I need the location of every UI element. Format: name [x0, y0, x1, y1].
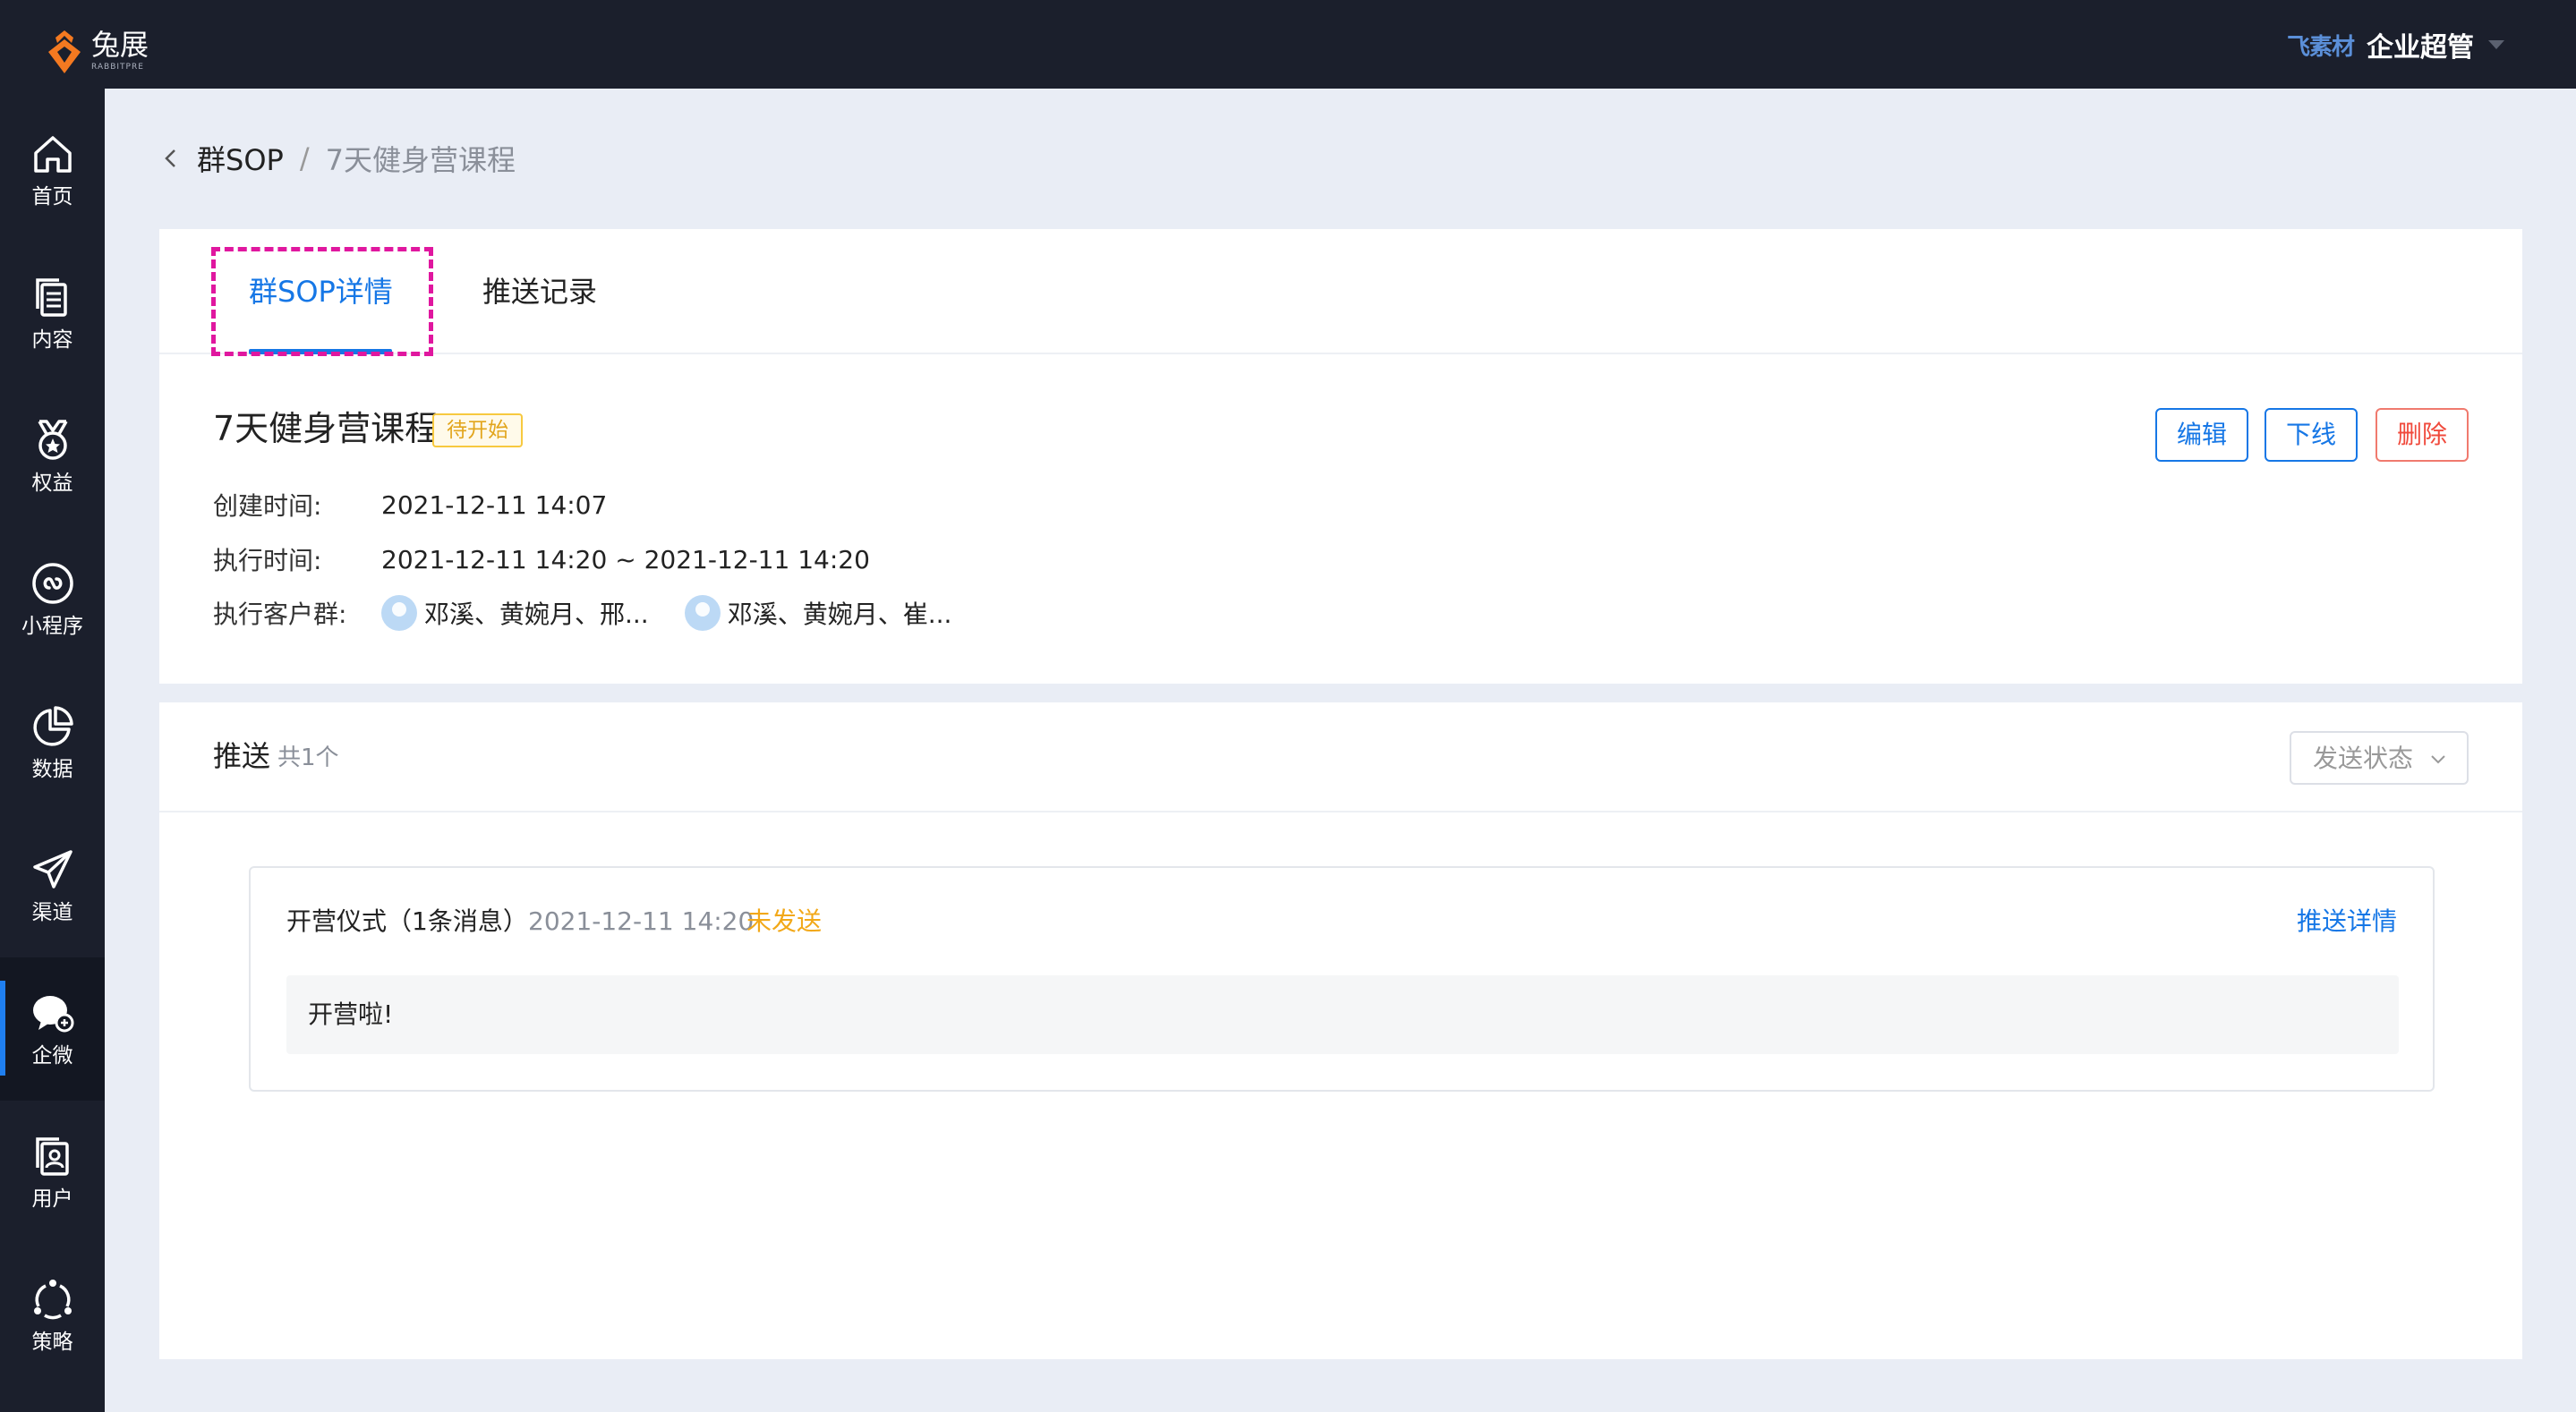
sidebar-item-miniapp[interactable]: 小程序 [0, 528, 105, 671]
push-title: 推送 [213, 739, 271, 773]
chevron-down-icon [2431, 755, 2445, 764]
highlight-box [211, 247, 433, 356]
org-name: 飞素材 [2286, 33, 2355, 61]
logo[interactable]: 兔展 RABBITPRE [41, 13, 158, 77]
rabbit-logo-icon [48, 16, 81, 73]
sop-title: 7天健身营课程 [213, 409, 439, 448]
send-status-placeholder: 发送状态 [2313, 744, 2414, 773]
delete-button[interactable]: 删除 [2376, 408, 2469, 462]
exec-time-value: 2021-12-11 14:20 ~ 2021-12-11 14:20 [381, 544, 870, 574]
sidebar-item-label: 内容 [31, 328, 73, 352]
push-item-time: 2021-12-11 14:20 [528, 906, 755, 936]
tab-bar: 群SOP详情 推送记录 [159, 229, 2522, 356]
created-time-label: 创建时间: [213, 491, 322, 521]
documents-icon [35, 278, 67, 317]
push-header: 推送 共1个 发送状态 [159, 702, 2522, 812]
breadcrumb-parent-link[interactable]: 群SOP [197, 138, 284, 179]
sidebar-item-strategy[interactable]: 策略 [0, 1244, 105, 1387]
sidebar: 首页 内容 权益 小程序 数据 渠道 企微 用户 策略 [0, 89, 105, 1412]
sidebar-item-label: 首页 [31, 185, 73, 208]
brand-sub: RABBITPRE [91, 63, 144, 72]
push-item: 开营仪式（1条消息） 2021-12-11 14:20 未发送 推送详情 开营啦… [249, 866, 2435, 1092]
group-name: 邓溪、黄婉月、邢... [424, 600, 649, 629]
sidebar-item-rights[interactable]: 权益 [0, 385, 105, 528]
sidebar-item-content[interactable]: 内容 [0, 242, 105, 385]
customer-group-chip[interactable]: 邓溪、黄婉月、邢... [381, 595, 649, 631]
sidebar-item-label: 企微 [31, 1044, 73, 1068]
breadcrumb-separator: / [299, 141, 310, 175]
breadcrumb-current: 7天健身营课程 [325, 143, 516, 177]
tab-push-records[interactable]: 推送记录 [482, 272, 597, 311]
group-name: 邓溪、黄婉月、崔... [727, 600, 952, 629]
push-card: 推送 共1个 发送状态 开营仪式（1条消息） 2021-12-11 14:20 … [159, 702, 2522, 1359]
created-time-value: 2021-12-11 14:07 [381, 489, 608, 520]
top-bar: 兔展 RABBITPRE 飞素材 企业超管 [0, 0, 2576, 89]
chevron-left-icon[interactable] [159, 147, 183, 170]
sidebar-item-label: 小程序 [21, 615, 83, 638]
medal-icon [37, 420, 68, 460]
customer-group-chip[interactable]: 邓溪、黄婉月、崔... [684, 595, 952, 631]
sidebar-item-wecom[interactable]: 企微 [0, 957, 105, 1101]
groups-row: 执行客户群: 邓溪、黄婉月、邢... 邓溪、黄婉月、崔... [213, 595, 987, 631]
push-item-content: 开营啦! [286, 975, 2399, 1054]
push-item-message: 开营啦! [308, 999, 394, 1029]
sop-detail-card: 群SOP详情 推送记录 7天健身营课程 待开始 编辑 下线 删除 创建时间: 2… [159, 229, 2522, 684]
send-icon [32, 850, 73, 889]
brand-name: 兔展 [91, 28, 149, 62]
home-icon [33, 136, 72, 173]
push-item-title: 开营仪式（1条消息） [286, 906, 528, 936]
groups-label: 执行客户群: [213, 600, 347, 629]
cycle-icon [33, 1280, 72, 1320]
breadcrumb: 群SOP / 7天健身营课程 [159, 139, 516, 178]
send-status-select[interactable]: 发送状态 [2290, 731, 2469, 785]
sidebar-item-home[interactable]: 首页 [0, 98, 105, 242]
user-menu[interactable]: 飞素材 企业超管 [2287, 25, 2504, 64]
user-card-icon [35, 1137, 69, 1176]
chat-icon [32, 996, 73, 1033]
sidebar-item-label: 策略 [31, 1331, 73, 1354]
sidebar-item-label: 数据 [31, 758, 73, 781]
sidebar-item-label: 权益 [31, 472, 73, 495]
edit-button[interactable]: 编辑 [2155, 408, 2248, 462]
sidebar-item-users[interactable]: 用户 [0, 1101, 105, 1244]
group-avatar-icon [684, 595, 721, 631]
offline-button[interactable]: 下线 [2265, 408, 2358, 462]
push-detail-link[interactable]: 推送详情 [2297, 904, 2397, 940]
caret-down-icon [2488, 40, 2504, 49]
exec-time-label: 执行时间: [213, 546, 322, 575]
created-time-row: 创建时间: 2021-12-11 14:07 [213, 487, 607, 523]
sidebar-item-label: 渠道 [31, 901, 73, 924]
push-item-status: 未发送 [746, 906, 823, 936]
group-avatar-icon [381, 595, 417, 631]
user-role: 企业超管 [2367, 32, 2474, 64]
exec-time-row: 执行时间: 2021-12-11 14:20 ~ 2021-12-11 14:2… [213, 541, 870, 577]
push-count: 共1个 [277, 744, 339, 771]
sidebar-item-channel[interactable]: 渠道 [0, 814, 105, 957]
sidebar-item-label: 用户 [31, 1187, 73, 1211]
sidebar-item-data[interactable]: 数据 [0, 671, 105, 814]
status-badge: 待开始 [432, 413, 523, 447]
pie-chart-icon [32, 706, 73, 746]
link-icon [31, 563, 73, 604]
